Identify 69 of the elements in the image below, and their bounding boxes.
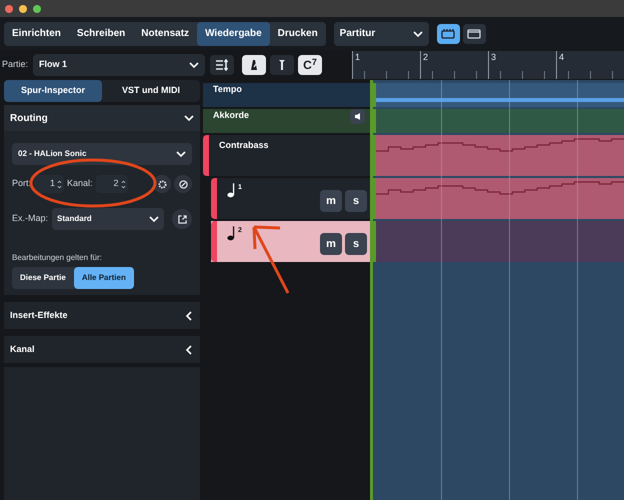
port-label: Port: [12,177,32,190]
marker-icon [278,59,286,71]
chevron-down-icon [176,149,186,159]
bar-number: 4 [559,51,564,64]
galley-view-button[interactable] [436,24,460,44]
section-header[interactable]: Insert-Effekte [4,302,200,329]
mute-button[interactable]: m [320,190,342,212]
edit-button[interactable] [174,175,192,193]
inspector-tab[interactable]: Spur-Inspector [4,80,102,102]
list-sort-icon [215,59,230,71]
channel-label: Kanal: [67,177,93,190]
annotation-arrow [250,223,292,295]
marker-button[interactable] [270,55,294,75]
spinner-arrows-icon [120,178,126,190]
metronome-button[interactable] [242,55,266,75]
chevron-down-icon [189,60,200,70]
edit-icon [178,180,188,188]
chevron-down-icon [184,113,194,123]
section-header[interactable]: Kanal [4,336,200,363]
page-view-button[interactable] [462,24,486,44]
track-header[interactable]: Contrabass [203,135,373,176]
part-select[interactable]: Flow 1 [33,54,206,76]
galley-view-icon [441,28,456,38]
scope-label: Bearbeitungen gelten für: [12,252,103,264]
speaker-icon [355,113,360,120]
track-header[interactable]: Akkorde [203,109,373,133]
expression-map-select[interactable]: Standard [52,208,164,230]
mode-tab[interactable]: Drucken [270,22,326,46]
audition-button[interactable] [350,109,365,124]
track-name: Contrabass [219,139,269,152]
close-button[interactable] [5,4,13,12]
expression-map-label: Ex.-Map: [12,212,48,226]
settings-icon [158,180,166,188]
track-header[interactable]: Tempo [203,83,373,107]
spinner-arrows-icon [57,178,62,190]
chevron-down-icon [149,214,160,224]
track-height-button[interactable] [210,55,234,75]
track-name: Akkorde [213,109,250,122]
chevron-left-icon [184,310,194,320]
mode-tab[interactable]: Einrichten [4,22,69,46]
port-spinbox[interactable]: 1 [34,175,64,193]
channel-spinbox[interactable]: 2 [96,175,128,193]
bar-number: 1 [355,51,360,64]
scope-toggle[interactable]: Diese Partie [12,267,74,289]
bar-number: 2 [423,51,428,64]
note-icon [227,226,236,241]
part-label: Partie: [2,58,28,72]
chevron-down-icon [412,28,423,38]
mode-tab[interactable]: Wiedergabe [197,22,270,46]
bar-number: 3 [491,51,496,64]
mute-button[interactable]: m [320,233,342,255]
mode-tab[interactable]: Notensatz [133,22,198,46]
scope-toggle[interactable]: Alle Partien [74,267,134,289]
instrument-select[interactable]: 02 - HALion Sonic [12,143,192,165]
chevron-left-icon [184,344,194,354]
external-link-icon [178,214,186,224]
note-icon [227,183,236,198]
solo-button[interactable]: s [345,233,367,255]
mode-tab[interactable]: Schreiben [68,22,134,46]
zoom-button[interactable] [33,4,41,12]
minimize-button[interactable] [19,4,27,12]
window-icon [467,28,482,38]
inspector-tab[interactable]: VST und MIDI [102,80,200,102]
chord-button[interactable]: C$^{7}$ [298,55,322,75]
solo-button[interactable]: s [345,190,367,212]
track-name: Tempo [213,83,242,96]
layout-select[interactable]: Partitur [334,22,429,46]
open-editor-button[interactable] [172,209,192,229]
routing-header[interactable]: Routing [4,105,200,131]
